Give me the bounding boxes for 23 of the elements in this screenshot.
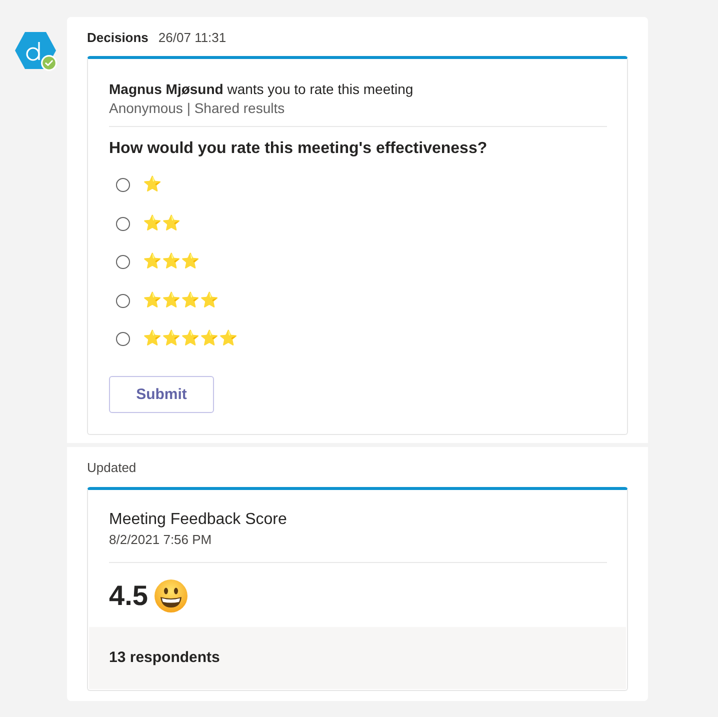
option-label: ⭐⭐⭐ — [143, 252, 200, 272]
option-label: ⭐⭐⭐⭐ — [143, 290, 219, 311]
check-badge-icon — [41, 55, 57, 71]
updated-label: Updated — [87, 458, 136, 477]
radio-button[interactable] — [116, 178, 130, 192]
poll-question: How would you rate this meeting's effectiveness? — [109, 139, 488, 159]
message-time: 26/07 11:31 — [158, 30, 226, 44]
radio-button[interactable] — [116, 294, 130, 308]
poll-settings: Anonymous | Shared results — [109, 99, 285, 118]
radio-button[interactable] — [116, 216, 130, 231]
option-label: ⭐⭐ — [143, 214, 181, 234]
grinning-face-icon — [154, 578, 188, 612]
poll-intro: Magnus Mjøsund wants you to rate this meeting — [109, 80, 414, 99]
option-label: ⭐⭐⭐⭐⭐ — [143, 329, 238, 350]
score-value: 4.5 — [109, 578, 148, 612]
sender-name: Decisions — [87, 30, 148, 44]
submit-button[interactable]: Submit — [109, 376, 214, 412]
result-date: 8/2/2021 7:56 PM — [109, 530, 212, 548]
result-title: Meeting Feedback Score — [109, 510, 287, 530]
radio-button[interactable] — [116, 332, 130, 346]
option-label: ⭐ — [143, 175, 162, 196]
respondent-count: 13 respondents — [109, 649, 220, 666]
radio-button[interactable] — [116, 255, 130, 270]
